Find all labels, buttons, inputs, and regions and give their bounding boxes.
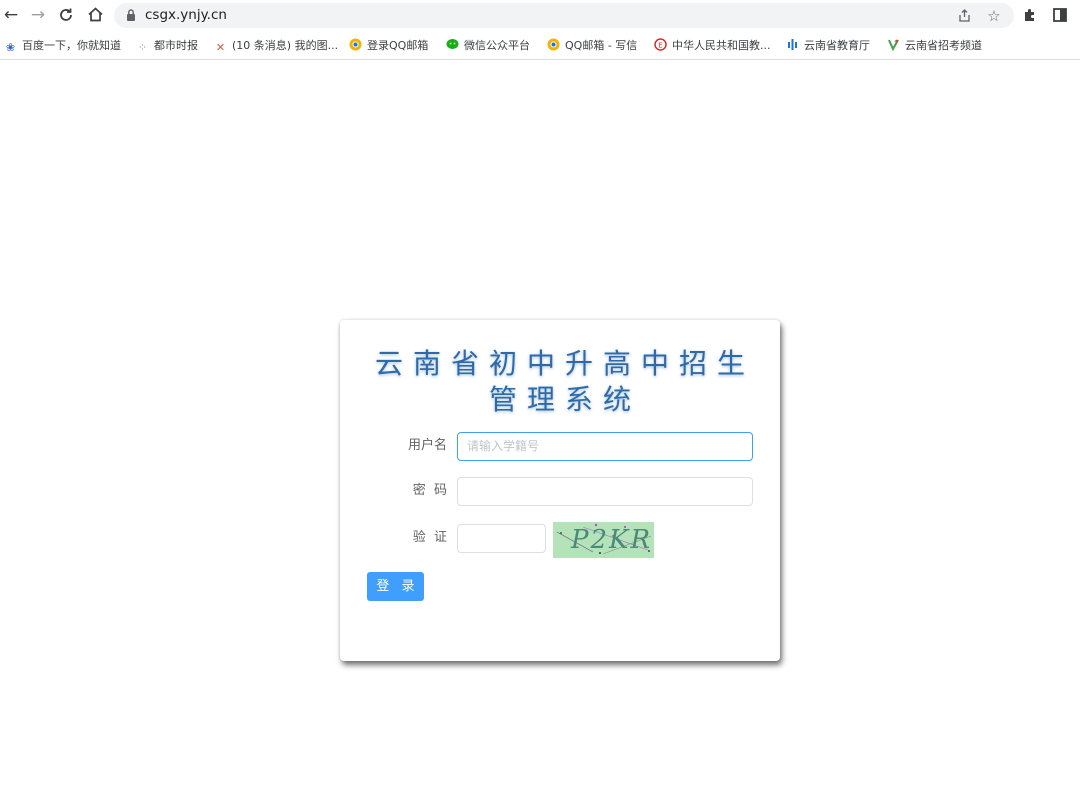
captcha-text: P2KR [571,525,653,555]
home-icon[interactable] [84,4,106,26]
share-icon[interactable] [954,6,974,26]
password-label: 密 码 [412,483,447,498]
bookmark-yn-edu[interactable]: 云南省教育厅 [786,37,870,55]
bookmark-label: 中华人民共和国教... [672,39,771,52]
captcha-label: 验 证 [412,530,447,545]
bookmark-baidu[interactable]: ❀ 百度一下，你就知道 [4,37,121,55]
bookmark-label: 都市时报 [154,39,198,52]
chrome-icon [547,38,560,51]
bookmark-label: 云南省教育厅 [804,39,870,52]
captcha-input[interactable] [457,524,546,553]
login-button[interactable]: 登 录 [367,572,424,601]
bookmark-dushi[interactable]: ⁘ 都市时报 [136,37,198,55]
bookmark-qqmail-login[interactable]: 登录QQ邮箱 [349,37,428,55]
page-title: 云南省初中升高中招生 管理系统 [340,346,780,418]
bookmark-yn-zk[interactable]: 云南省招考频道 [887,37,982,55]
back-arrow-icon[interactable]: ← [0,4,22,26]
title-line-1: 云南省初中升高中招生 [374,347,755,380]
url-text[interactable]: csgx.ynjy.cn [145,6,227,24]
leaf-icon [887,38,900,52]
bookmark-star-icon[interactable]: ☆ [984,6,1004,26]
password-input[interactable] [457,477,753,506]
username-label: 用户名 [407,438,447,453]
captcha-image[interactable]: P2KR [553,522,654,558]
extensions-puzzle-icon[interactable] [1020,5,1040,25]
address-bar[interactable]: csgx.ynjy.cn ☆ [114,3,1014,28]
bookmark-label: (10 条消息) 我的图... [232,39,339,52]
bookmark-moe[interactable]: E 中华人民共和国教... [654,37,771,55]
bookmark-wechat[interactable]: 微信公众平台 [446,37,530,55]
title-line-2: 管理系统 [488,383,641,416]
chrome-icon [349,38,362,51]
bookmark-label: 登录QQ邮箱 [367,39,429,52]
bookmark-csdn[interactable]: ✕ (10 条消息) 我的图... [214,37,338,55]
forward-arrow-icon[interactable]: → [27,4,49,26]
browser-toolbar: ← → csgx.ynjy.cn ☆ [0,0,1080,32]
bookmark-label: 云南省招考频道 [905,39,982,52]
x-logo-icon: ✕ [215,41,226,54]
paw-icon: ❀ [5,41,16,54]
dots-icon: ⁘ [137,41,148,54]
side-panel-icon[interactable] [1050,5,1070,25]
reload-icon[interactable] [55,4,77,26]
emblem-icon: E [654,38,667,51]
bookmarks-bar: ❀ 百度一下，你就知道 ⁘ 都市时报 ✕ (10 条消息) 我的图... 登录QQ邮箱… [0,32,1080,60]
wechat-icon [446,38,459,51]
username-input[interactable]: 请输入学籍号 [457,432,753,461]
bars-icon [786,38,799,51]
bookmark-label: 微信公众平台 [464,39,530,52]
bookmark-label: QQ邮箱 - 写信 [565,39,638,52]
lock-icon[interactable] [126,8,136,22]
bookmark-label: 百度一下，你就知道 [22,39,121,52]
login-card: 云南省初中升高中招生 管理系统 用户名 请输入学籍号 密 码 验 证 P2KR … [340,320,780,661]
bookmark-qqmail-write[interactable]: QQ邮箱 - 写信 [547,37,637,55]
svg-text:E: E [658,42,662,50]
